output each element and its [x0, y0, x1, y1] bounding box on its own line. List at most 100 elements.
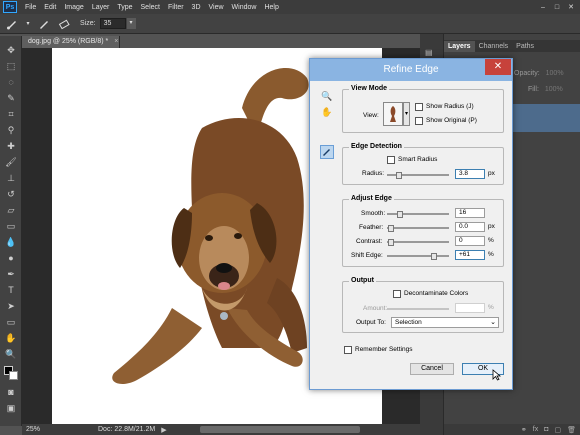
- horizontal-scrollbar[interactable]: [200, 426, 360, 433]
- fill-label: Fill:: [528, 86, 539, 93]
- delete-layer-icon[interactable]: 🗑: [567, 426, 576, 434]
- marquee-tool-icon[interactable]: ⬚: [3, 60, 19, 73]
- smooth-input[interactable]: 16: [455, 208, 485, 218]
- erase-refinements-icon[interactable]: [56, 17, 72, 31]
- menu-edit[interactable]: Edit: [44, 4, 56, 11]
- document-tab-label: dog.jpg @ 25% (RGB/8) *: [28, 38, 109, 45]
- history-panel-icon[interactable]: ▤: [425, 48, 439, 58]
- tool-dropdown-icon[interactable]: ▾: [24, 17, 32, 31]
- menu-file[interactable]: File: [25, 4, 36, 11]
- view-thumbnail[interactable]: [383, 102, 403, 126]
- dodge-tool-icon[interactable]: ●: [3, 252, 19, 265]
- opacity-value[interactable]: 100%: [546, 70, 564, 77]
- layer-row-selected[interactable]: [510, 104, 580, 132]
- status-menu-icon[interactable]: ▶: [161, 426, 166, 434]
- shift-edge-slider-thumb[interactable]: [431, 253, 437, 260]
- smooth-slider-thumb[interactable]: [397, 211, 403, 218]
- fill-row: Fill: 100%: [528, 86, 563, 93]
- eraser-tool-icon[interactable]: ▱: [3, 204, 19, 217]
- feather-label: Feather:: [359, 224, 384, 231]
- size-field[interactable]: 35: [99, 18, 126, 29]
- hand-tool-icon[interactable]: ✋: [3, 332, 19, 345]
- add-mask-icon[interactable]: ◘: [544, 426, 548, 433]
- smooth-slider[interactable]: [387, 211, 449, 218]
- tab-channels[interactable]: Channels: [475, 41, 513, 52]
- quick-mask-icon[interactable]: ◙: [3, 386, 19, 399]
- fill-value[interactable]: 100%: [545, 86, 563, 93]
- radius-input[interactable]: 3.8: [455, 169, 485, 179]
- view-mode-title: View Mode: [349, 85, 390, 92]
- gradient-tool-icon[interactable]: ▭: [3, 220, 19, 233]
- tab-layers[interactable]: Layers: [444, 41, 475, 52]
- type-tool-icon[interactable]: T: [3, 284, 19, 297]
- refine-brush-icon[interactable]: [36, 17, 52, 31]
- hand-icon[interactable]: ✋: [320, 105, 334, 119]
- feather-slider-thumb[interactable]: [388, 225, 394, 232]
- zoom-tool-icon[interactable]: 🔍: [3, 348, 19, 361]
- color-swatches-icon[interactable]: [3, 366, 19, 380]
- decontaminate-label: Decontaminate Colors: [404, 290, 469, 297]
- menu-window[interactable]: Window: [232, 4, 257, 11]
- link-layers-icon[interactable]: ⚭: [521, 426, 527, 434]
- shift-edge-slider[interactable]: [387, 253, 449, 260]
- decontaminate-checkbox[interactable]: [393, 290, 401, 298]
- layer-style-icon[interactable]: fx: [533, 426, 538, 433]
- eyedropper-tool-icon[interactable]: ⚲: [3, 124, 19, 137]
- show-original-checkbox[interactable]: [415, 117, 423, 125]
- remember-settings-checkbox[interactable]: [344, 346, 352, 354]
- tab-paths[interactable]: Paths: [512, 41, 538, 52]
- contrast-slider[interactable]: [387, 239, 449, 246]
- shift-edge-input[interactable]: +61: [455, 250, 485, 260]
- dialog-close-button[interactable]: ✕: [485, 59, 511, 75]
- refine-radius-tool-icon[interactable]: [320, 145, 334, 159]
- maximize-button[interactable]: □: [551, 2, 563, 12]
- feather-input[interactable]: 0.0: [455, 222, 485, 232]
- quick-select-tool-icon[interactable]: ✎: [3, 92, 19, 105]
- size-dropdown-icon[interactable]: ▾: [126, 18, 136, 29]
- close-window-button[interactable]: ✕: [565, 2, 577, 12]
- document-info: Doc: 22.8M/21.2M: [98, 426, 156, 433]
- path-select-tool-icon[interactable]: ➤: [3, 300, 19, 313]
- minimize-button[interactable]: –: [537, 2, 549, 12]
- document-tab[interactable]: dog.jpg @ 25% (RGB/8) * ×: [22, 36, 120, 48]
- radius-slider-thumb[interactable]: [396, 172, 402, 179]
- cancel-button[interactable]: Cancel: [410, 363, 454, 375]
- menu-select[interactable]: Select: [141, 4, 160, 11]
- menu-filter[interactable]: Filter: [168, 4, 184, 11]
- clone-stamp-tool-icon[interactable]: ⊥: [3, 172, 19, 185]
- healing-tool-icon[interactable]: ✚: [3, 140, 19, 153]
- edge-detection-title: Edge Detection: [349, 143, 404, 150]
- show-radius-label: Show Radius (J): [426, 103, 474, 110]
- dialog-title: Refine Edge: [310, 59, 512, 81]
- radius-slider[interactable]: [387, 172, 449, 179]
- zoom-icon[interactable]: 🔍: [320, 89, 334, 103]
- contrast-slider-thumb[interactable]: [388, 239, 394, 246]
- smart-radius-checkbox[interactable]: [387, 156, 395, 164]
- blur-tool-icon[interactable]: 💧: [3, 236, 19, 249]
- brush-tool-icon[interactable]: 🖌: [3, 156, 19, 169]
- menu-3d[interactable]: 3D: [192, 4, 201, 11]
- lasso-tool-icon[interactable]: ◌: [3, 76, 19, 89]
- move-tool-icon[interactable]: ✥: [3, 44, 19, 57]
- brush-preset-icon[interactable]: [4, 17, 20, 31]
- menu-help[interactable]: Help: [264, 4, 278, 11]
- feather-slider[interactable]: [387, 225, 449, 232]
- contrast-input[interactable]: 0: [455, 236, 485, 246]
- shape-tool-icon[interactable]: ▭: [3, 316, 19, 329]
- menu-layer[interactable]: Layer: [92, 4, 110, 11]
- menu-image[interactable]: Image: [64, 4, 83, 11]
- new-layer-icon[interactable]: ▢: [554, 426, 561, 434]
- adjust-edge-group: Adjust Edge Smooth: 16 Feather: 0.0 px C…: [342, 195, 504, 267]
- history-brush-tool-icon[interactable]: ↺: [3, 188, 19, 201]
- menu-view[interactable]: View: [209, 4, 224, 11]
- menu-type[interactable]: Type: [117, 4, 132, 11]
- layers-panel-footer: ⚭ fx ◘ ▢ 🗑: [444, 424, 580, 435]
- pen-tool-icon[interactable]: ✒: [3, 268, 19, 281]
- zoom-level[interactable]: 25%: [26, 426, 62, 433]
- screen-mode-icon[interactable]: ▣: [3, 402, 19, 415]
- view-dropdown-icon[interactable]: ▾: [403, 102, 410, 126]
- show-radius-checkbox[interactable]: [415, 103, 423, 111]
- output-to-select[interactable]: Selection ⌄: [391, 317, 499, 328]
- crop-tool-icon[interactable]: ⌗: [3, 108, 19, 121]
- close-tab-icon[interactable]: ×: [114, 38, 118, 45]
